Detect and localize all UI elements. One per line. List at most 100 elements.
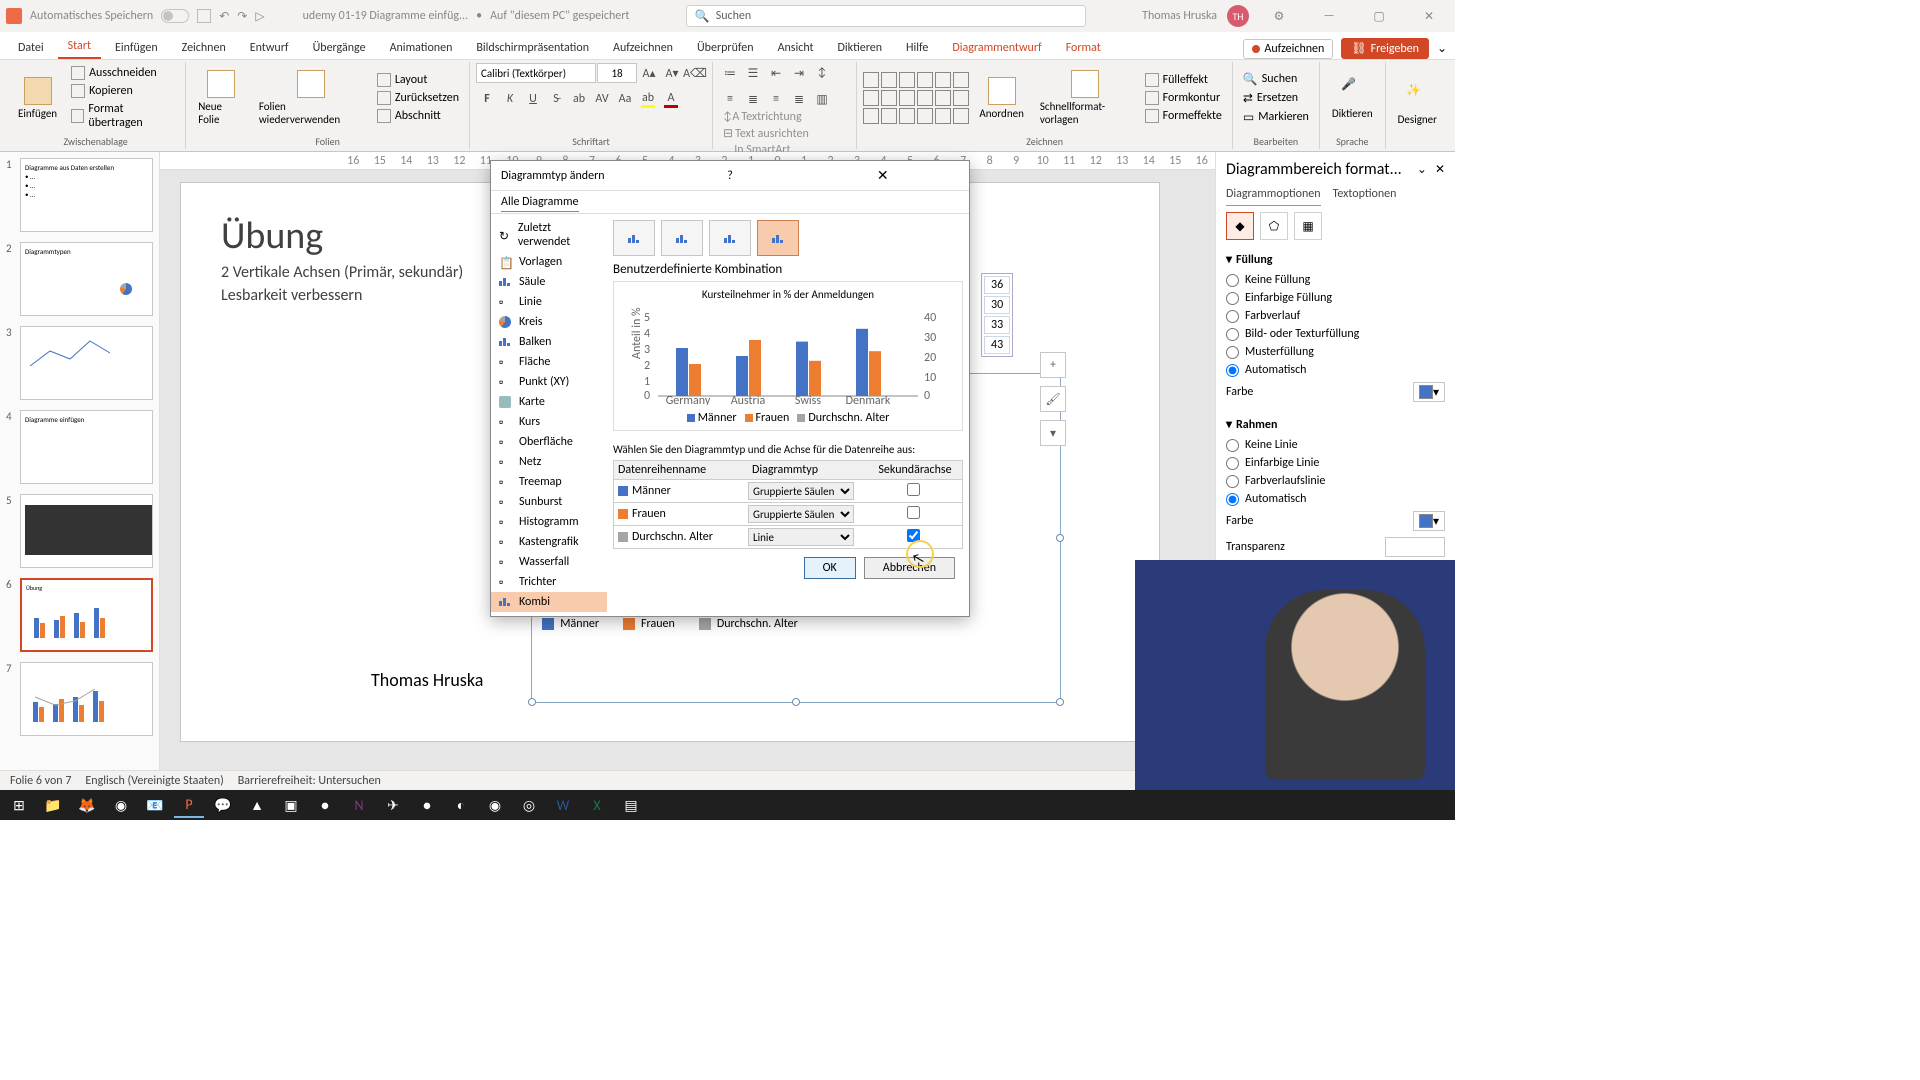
record-button[interactable]: Aufzeichnen [1243,39,1333,59]
radio-bildodertexturfllung[interactable]: Bild- oder Texturfüllung [1226,325,1445,343]
chart-plus-icon[interactable]: + [1040,352,1066,378]
columns-icon[interactable]: ▥ [811,88,833,110]
layout-button[interactable]: Layout [373,72,463,88]
thumb-5[interactable]: 5 [6,494,153,568]
pane-tab-chart-options[interactable]: Diagrammoptionen [1226,187,1321,206]
chart-cat-kurs[interactable]: ▫Kurs [491,412,607,432]
chart-brush-icon[interactable]: 🖌 [1040,386,1066,412]
quickstyles-button[interactable]: Schnellformat-vorlagen [1034,68,1137,128]
tab-hilfe[interactable]: Hilfe [896,37,938,59]
powerpoint-icon[interactable]: P [174,792,204,818]
onenote-icon[interactable]: N [344,792,374,818]
task-icon[interactable]: ● [310,792,340,818]
chart-cat-kombi[interactable]: Kombi [491,592,607,612]
effects-button[interactable]: Formeffekte [1141,108,1226,124]
subtype-1[interactable] [613,220,655,256]
line-spacing-icon[interactable]: ↕ [811,62,833,84]
chart-cat-kastengrafik[interactable]: ▫Kastengrafik [491,532,607,552]
thumb-2[interactable]: 2Diagrammtypen [6,242,153,316]
redo-icon[interactable]: ↷ [237,9,247,24]
underline-icon[interactable]: U [522,88,544,110]
chart-cat-sule[interactable]: Säule [491,272,607,292]
ok-button[interactable]: OK [804,557,856,579]
grow-font-icon[interactable]: A▴ [638,62,660,84]
word-icon[interactable]: W [548,792,578,818]
bullets-icon[interactable]: ≔ [719,62,741,84]
slideshow-icon[interactable]: ▷ [255,9,264,24]
subtype-3[interactable] [709,220,751,256]
start-button[interactable]: ⊞ [4,792,34,818]
radio-keinefllung[interactable]: Keine Füllung [1226,271,1445,289]
tab-format[interactable]: Format [1056,37,1111,59]
minimize-icon[interactable]: — [1309,9,1349,23]
tab-aufzeichnen[interactable]: Aufzeichnen [603,37,683,59]
contour-button[interactable]: Formkontur [1141,90,1226,106]
replace-button[interactable]: ⇄Ersetzen [1239,90,1313,107]
case-icon[interactable]: Aa [614,88,636,110]
subtype-4[interactable] [757,220,799,256]
chevron-down-icon[interactable]: ⌄ [1437,41,1447,56]
task-icon[interactable]: ▣ [276,792,306,818]
shapes-gallery[interactable] [863,72,969,124]
cut-button[interactable]: Ausschneiden [67,65,179,81]
tab-ansicht[interactable]: Ansicht [768,37,824,59]
chart-cat-zuletztverwendet[interactable]: ↻Zuletzt verwendet [491,218,607,252]
dialog-close-icon[interactable]: ✕ [806,167,959,184]
tab-diktieren[interactable]: Diktieren [828,37,893,59]
transparency-input[interactable] [1385,537,1445,557]
chart-cat-trichter[interactable]: ▫Trichter [491,572,607,592]
align-right-icon[interactable]: ≡ [765,88,787,110]
close-icon[interactable]: ✕ [1409,9,1449,24]
shrink-font-icon[interactable]: A▾ [661,62,683,84]
outlook-icon[interactable]: 📧 [140,792,170,818]
chart-cat-karte[interactable]: Karte [491,392,607,412]
series-type-select[interactable]: Linie [748,528,854,546]
tab-ueberpruefen[interactable]: Überprüfen [687,37,764,59]
format-painter-button[interactable]: Format übertragen [67,101,179,131]
thumb-6[interactable]: 6Übung [6,578,153,652]
shadow-icon[interactable]: ab [568,88,590,110]
chart-cat-netz[interactable]: ▫Netz [491,452,607,472]
arrange-button[interactable]: Anordnen [973,75,1029,122]
tab-diagrammentwurf[interactable]: Diagrammentwurf [942,37,1051,59]
italic-icon[interactable]: K [499,88,521,110]
tab-start[interactable]: Start [58,35,101,59]
secondary-axis-checkbox[interactable] [907,529,920,542]
help-icon[interactable]: ? [654,169,807,183]
tab-entwurf[interactable]: Entwurf [240,37,299,59]
radio-einfarbigefllung[interactable]: Einfarbige Füllung [1226,289,1445,307]
radio-farbverlauf[interactable]: Farbverlauf [1226,307,1445,325]
find-button[interactable]: 🔍Suchen [1239,71,1313,88]
spacing-icon[interactable]: AV [591,88,613,110]
paste-button[interactable]: Einfügen [12,75,63,122]
save-icon[interactable] [197,9,211,23]
radio-automatisch[interactable]: Automatisch [1226,490,1445,508]
chevron-down-icon[interactable]: ▾ [1226,417,1232,432]
thumb-3[interactable]: 3 [6,326,153,400]
series-type-select[interactable]: Gruppierte Säulen [748,505,854,523]
cancel-button[interactable]: Abbrechen [864,557,955,579]
chart-cat-kreis[interactable]: Kreis [491,312,607,332]
task-icon[interactable]: ◉ [480,792,510,818]
excel-icon[interactable]: X [582,792,612,818]
font-size-input[interactable] [597,63,637,83]
task-icon[interactable]: ◐ [446,792,476,818]
chart-cat-treemap[interactable]: ▫Treemap [491,472,607,492]
avatar[interactable]: TH [1227,5,1249,27]
tab-einfuegen[interactable]: Einfügen [105,37,168,59]
highlight-icon[interactable]: ab [637,88,659,110]
numbering-icon[interactable]: ☰ [742,62,764,84]
designer-button[interactable]: ✨Designer [1392,81,1443,128]
fill-line-tab-icon[interactable]: ◆ [1226,212,1254,240]
radio-musterfllung[interactable]: Musterfüllung [1226,343,1445,361]
tab-animationen[interactable]: Animationen [380,37,463,59]
align-left-icon[interactable]: ≡ [719,88,741,110]
chart-cat-sunburst[interactable]: ▫Sunburst [491,492,607,512]
fill-color-picker[interactable]: ▾ [1413,382,1445,402]
explorer-icon[interactable]: 📁 [38,792,68,818]
chart-cat-punktxy[interactable]: ▫Punkt (XY) [491,372,607,392]
text-align-button[interactable]: ⊟Text ausrichten [723,126,850,141]
radio-keinelinie[interactable]: Keine Linie [1226,436,1445,454]
reuse-slides-button[interactable]: Folien wiederverwenden [253,68,369,128]
vlc-icon[interactable]: ▲ [242,792,272,818]
